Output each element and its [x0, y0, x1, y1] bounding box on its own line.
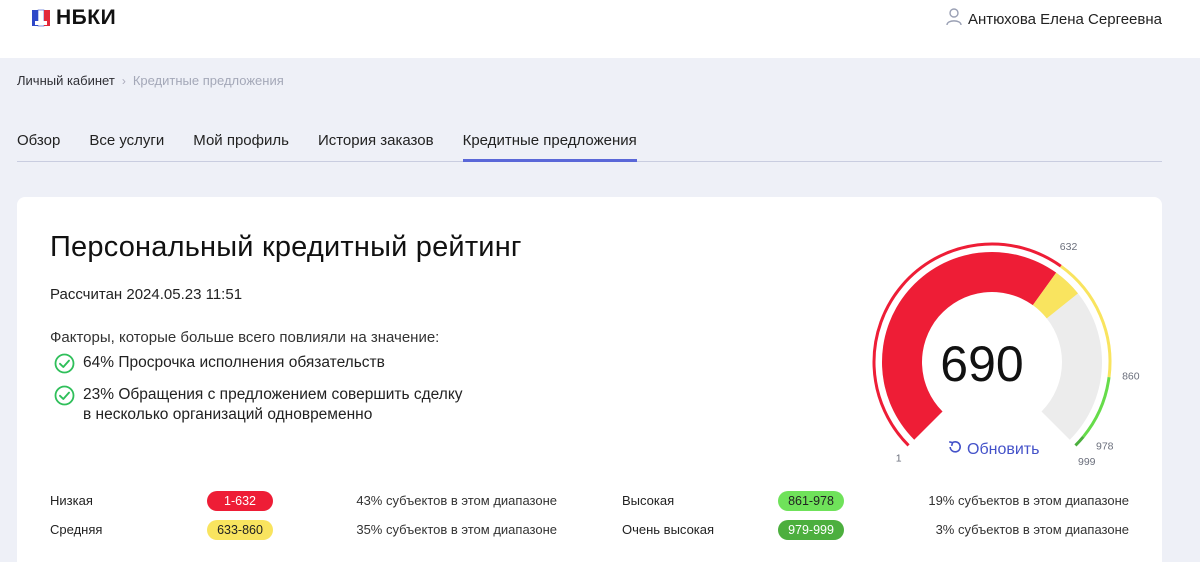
gauge-tick-label: 860	[1122, 371, 1140, 383]
user-menu[interactable]: Антюхова Елена Сергеевна	[946, 8, 1162, 30]
top-bar: НБКИ Антюхова Елена Сергеевна	[0, 0, 1200, 58]
factors-heading: Факторы, которые больше всего повлияли н…	[50, 329, 440, 346]
credit-score-gauge: 1 632 860 978 999 690 Обновить	[842, 217, 1142, 468]
legend-share-high: 19% субъектов в этом диапазоне	[928, 493, 1129, 508]
legend-share-medium: 35% субъектов в этом диапазоне	[356, 522, 557, 537]
breadcrumb-current: Кредитные предложения	[132, 73, 284, 88]
legend-name-medium: Средняя	[50, 522, 103, 537]
tab-my-profile[interactable]: Мой профиль	[193, 124, 289, 162]
gauge-tick-label: 1	[896, 452, 902, 464]
rating-card: Персональный кредитный рейтинг Рассчитан…	[17, 197, 1162, 562]
calculated-date: Рассчитан 2024.05.23 11:51	[50, 286, 243, 303]
factor-text: 64% Просрочка исполнения обязательств	[83, 354, 385, 371]
legend-range-high: 861-978	[778, 491, 844, 511]
nbki-logo-icon	[32, 9, 50, 27]
legend-name-very-high: Очень высокая	[622, 522, 715, 537]
tab-order-history[interactable]: История заказов	[318, 124, 434, 162]
score-value: 690	[940, 336, 1024, 392]
factor-item: 23% Обращения с предложением совершить с…	[54, 385, 463, 425]
check-circle-icon	[54, 385, 75, 406]
gauge-tick-label: 978	[1096, 440, 1114, 452]
legend-share-very-high: 3% субъектов в этом диапазоне	[935, 522, 1129, 537]
page-title: Персональный кредитный рейтинг	[50, 231, 522, 263]
check-circle-icon	[54, 353, 75, 374]
gauge-tick-label: 999	[1078, 456, 1096, 467]
logo-text: НБКИ	[56, 6, 117, 29]
tab-all-services[interactable]: Все услуги	[89, 124, 164, 162]
factor-text: 23% Обращения с предложением совершить с…	[83, 386, 463, 403]
tab-overview[interactable]: Обзор	[17, 124, 60, 162]
tab-bar: Обзор Все услуги Мой профиль История зак…	[17, 124, 1162, 162]
user-icon	[946, 8, 962, 30]
refresh-button[interactable]: Обновить	[947, 439, 1039, 460]
breadcrumb-root[interactable]: Личный кабинет	[17, 73, 115, 88]
tab-credit-offers[interactable]: Кредитные предложения	[462, 124, 637, 162]
legend-range-medium: 633-860	[207, 520, 273, 540]
legend-name-low: Низкая	[50, 493, 93, 508]
gauge-tick-label: 632	[1060, 241, 1078, 253]
factor-item: 64% Просрочка исполнения обязательств	[54, 353, 385, 374]
refresh-label: Обновить	[967, 440, 1040, 458]
legend-share-low: 43% субъектов в этом диапазоне	[356, 493, 557, 508]
refresh-icon	[947, 439, 963, 460]
breadcrumb-separator: ›	[121, 73, 126, 88]
gauge-range-arc-very-high	[1074, 435, 1085, 447]
factor-text-continued: в несколько организаций одновременно	[83, 406, 373, 423]
legend-range-low: 1-632	[207, 491, 273, 511]
breadcrumb: Личный кабинет › Кредитные предложения	[17, 73, 284, 88]
user-name: Антюхова Елена Сергеевна	[967, 10, 1162, 28]
legend-range-very-high: 979-999	[778, 520, 844, 540]
legend-name-high: Высокая	[622, 493, 675, 508]
logo[interactable]: НБКИ	[32, 6, 116, 30]
